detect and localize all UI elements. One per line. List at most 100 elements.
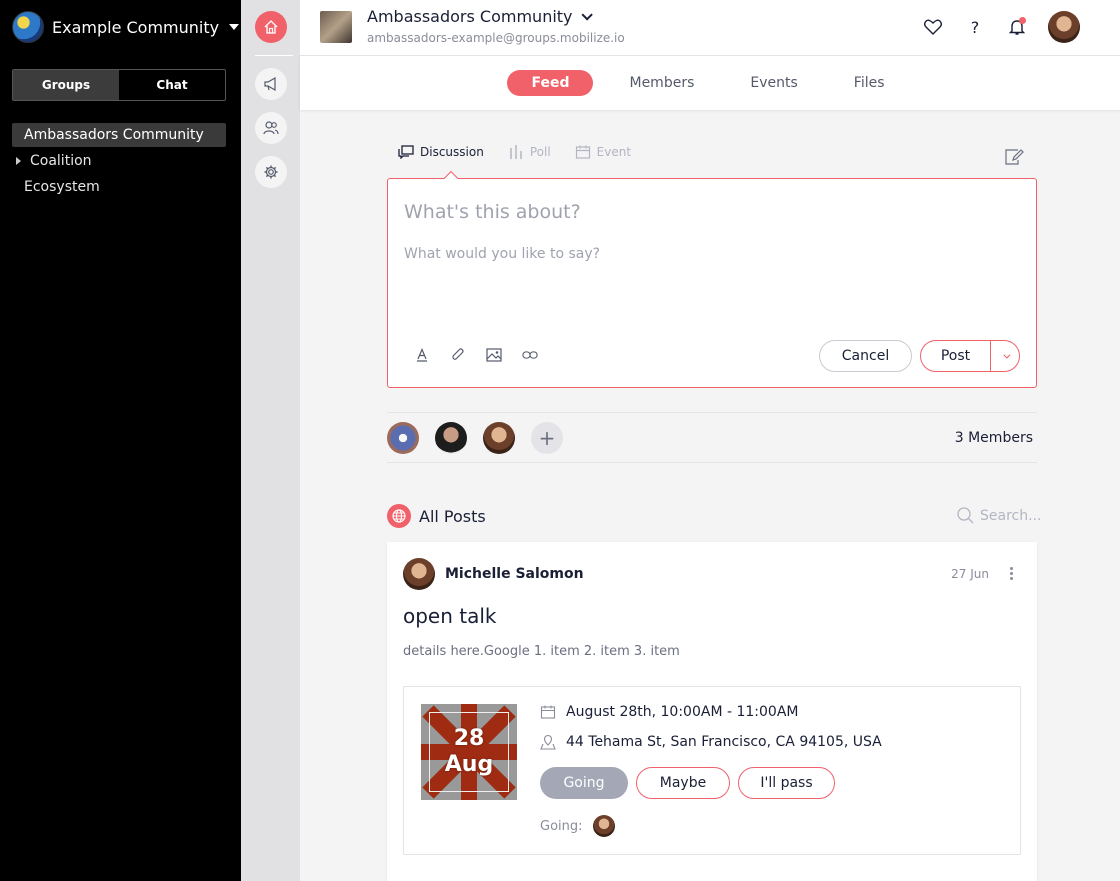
paperclip-icon	[452, 348, 464, 360]
cancel-button[interactable]: Cancel	[819, 340, 912, 372]
event-datetime: August 28th, 10:00AM - 11:00AM	[566, 704, 799, 720]
going-label: Going:	[540, 818, 583, 834]
member-avatar[interactable]	[483, 422, 515, 454]
group-item-label: Coalition	[30, 153, 92, 169]
favorite-button[interactable]	[922, 16, 944, 38]
member-avatars: +	[387, 422, 563, 454]
chevron-down-icon	[580, 8, 593, 21]
icon-rail	[241, 0, 300, 881]
author-name[interactable]: Michelle Salomon	[445, 566, 584, 582]
post-body: details here.Google 1. item 2. item 3. i…	[403, 644, 680, 659]
event-location-row: 44 Tehama St, San Francisco, CA 94105, U…	[540, 734, 882, 750]
group-item-ecosystem[interactable]: Ecosystem	[12, 175, 226, 199]
group-email: ambassadors-example@groups.mobilize.io	[367, 31, 625, 45]
members-strip: + 3 Members	[387, 412, 1037, 463]
event-card: 28 Aug August 28th, 10:00AM - 11:00AM 44…	[403, 686, 1021, 855]
author-avatar[interactable]	[403, 558, 435, 590]
group-list: Ambassadors Community Coalition Ecosyste…	[12, 123, 226, 201]
notification-badge	[1019, 17, 1026, 24]
sidebar-segment-control: Groups Chat	[12, 69, 226, 101]
post-search[interactable]: Search...	[957, 507, 1041, 524]
compose-tab-event[interactable]: Event	[575, 144, 631, 160]
announcements-button[interactable]	[255, 68, 287, 100]
home-button[interactable]	[255, 11, 287, 43]
link-button[interactable]	[522, 347, 538, 363]
post-title[interactable]: open talk	[403, 604, 497, 628]
compose-tab-poll[interactable]: Poll	[508, 144, 551, 160]
post-author[interactable]: Michelle Salomon	[403, 558, 584, 590]
going-attendees: Going:	[540, 815, 615, 837]
search-icon	[957, 507, 974, 524]
settings-button[interactable]	[255, 156, 287, 188]
link-icon	[522, 351, 538, 359]
tab-events[interactable]: Events	[722, 70, 825, 96]
search-input[interactable]: Search...	[980, 508, 1041, 524]
home-icon	[264, 20, 278, 34]
drafts-button[interactable]	[1004, 148, 1024, 170]
rsvp-maybe-button[interactable]: Maybe	[636, 767, 730, 799]
members-button[interactable]	[255, 112, 287, 144]
group-item-label: Ambassadors Community	[24, 127, 204, 143]
group-item-ambassadors[interactable]: Ambassadors Community	[12, 123, 226, 147]
post-card: Michelle Salomon 27 Jun open talk detail…	[387, 542, 1037, 881]
megaphone-icon	[264, 76, 276, 92]
post-options-dropdown[interactable]	[991, 341, 1019, 371]
subject-input[interactable]: What's this about?	[404, 201, 581, 223]
segment-chat[interactable]: Chat	[119, 70, 225, 100]
post-date: 27 Jun	[951, 567, 989, 581]
expand-triangle-icon[interactable]	[16, 157, 21, 165]
calendar-icon	[540, 705, 556, 719]
discussion-icon	[398, 145, 414, 159]
caret-down-icon	[229, 24, 240, 30]
help-button[interactable]: ?	[964, 16, 986, 38]
group-header: Ambassadors Community ambassadors-exampl…	[300, 0, 1120, 56]
event-location[interactable]: 44 Tehama St, San Francisco, CA 94105, U…	[566, 734, 882, 750]
tab-files[interactable]: Files	[826, 70, 913, 96]
post-menu-button[interactable]	[1010, 567, 1013, 580]
user-avatar[interactable]	[1048, 11, 1080, 43]
group-title: Ambassadors Community	[367, 7, 573, 26]
chevron-down-icon	[1002, 351, 1010, 359]
edit-note-icon	[1005, 149, 1024, 165]
tab-feed[interactable]: Feed	[507, 70, 594, 96]
compose-type-tabs: Discussion Poll Event	[398, 144, 631, 160]
tab-members[interactable]: Members	[601, 70, 722, 96]
post-button-group: Post	[920, 340, 1020, 372]
compose-tab-label: Poll	[529, 145, 551, 159]
notifications-button[interactable]	[1006, 16, 1028, 38]
text-format-icon	[417, 348, 427, 362]
group-item-label: Ecosystem	[24, 179, 100, 195]
compose-tab-label: Event	[596, 145, 632, 159]
event-datetime-row: August 28th, 10:00AM - 11:00AM	[540, 704, 798, 720]
text-format-button[interactable]	[414, 347, 430, 363]
all-posts-header: All Posts	[387, 504, 486, 528]
community-switcher[interactable]: Example Community	[12, 11, 240, 43]
member-avatar[interactable]	[387, 422, 419, 454]
post-button[interactable]: Post	[921, 341, 991, 371]
group-item-coalition[interactable]: Coalition	[12, 149, 226, 173]
group-title-dropdown[interactable]: Ambassadors Community	[367, 7, 593, 26]
globe-icon	[387, 504, 411, 528]
member-avatar[interactable]	[435, 422, 467, 454]
segment-groups[interactable]: Groups	[13, 70, 119, 100]
image-button[interactable]	[486, 347, 502, 363]
compose-tab-discussion[interactable]: Discussion	[398, 144, 484, 160]
all-posts-title: All Posts	[419, 506, 486, 526]
rsvp-buttons: Going Maybe I'll pass	[540, 767, 835, 799]
compose-box: What's this about? What would you like t…	[387, 178, 1037, 388]
add-member-button[interactable]: +	[531, 422, 563, 454]
community-name: Example Community	[52, 17, 220, 37]
heart-icon	[924, 19, 942, 35]
community-sidebar: Example Community Groups Chat Ambassador…	[0, 0, 241, 881]
attendee-avatar[interactable]	[592, 815, 615, 837]
message-input[interactable]: What would you like to say?	[404, 246, 600, 262]
map-pin-icon	[540, 734, 556, 750]
member-count[interactable]: 3 Members	[955, 430, 1033, 446]
attach-button[interactable]	[450, 347, 466, 363]
kebab-dot	[1010, 572, 1013, 575]
calendar-icon	[575, 145, 590, 159]
rsvp-pass-button[interactable]: I'll pass	[738, 767, 835, 799]
people-icon	[263, 121, 279, 135]
image-icon	[486, 348, 502, 362]
rsvp-going-button[interactable]: Going	[540, 767, 628, 799]
